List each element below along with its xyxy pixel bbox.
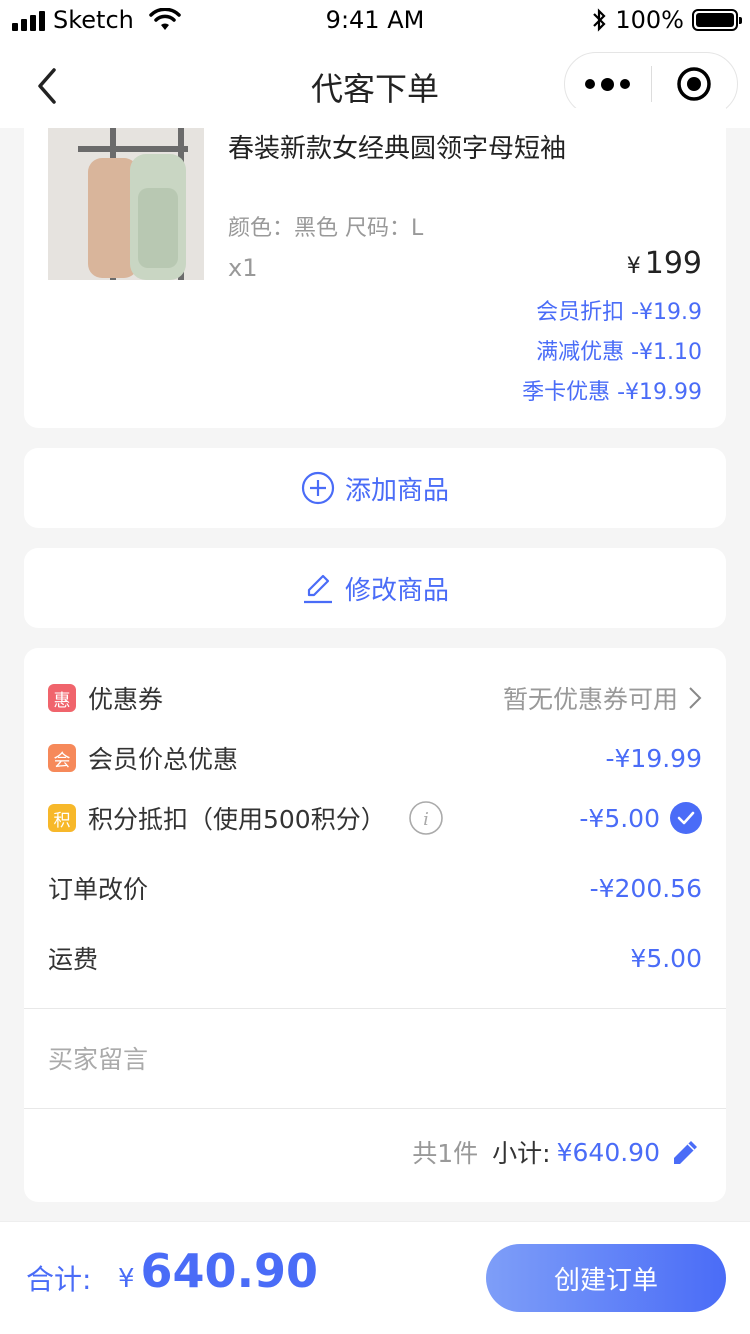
status-bar: Sketch 9:41 AM 100% (0, 0, 750, 44)
create-order-button[interactable]: 创建订单 (486, 1244, 726, 1312)
buyer-message-input[interactable]: 买家留言 (48, 1038, 702, 1078)
subtotal-label: 小计: (492, 1139, 551, 1168)
item-count: 共1件 (412, 1139, 479, 1168)
plus-circle-icon (301, 471, 335, 505)
battery-percent: 100% (615, 6, 684, 34)
discount-member: 会员折扣 -¥19.9 (536, 300, 702, 325)
edit-subtotal-icon[interactable] (670, 1136, 702, 1168)
product-quantity: x1 (228, 254, 258, 282)
product-image (48, 128, 204, 280)
price-value: 199 (644, 246, 702, 281)
points-value: -¥5.00 (579, 802, 702, 834)
coupon-value: 暂无优惠券可用 (503, 680, 702, 716)
dot-icon (585, 79, 596, 89)
shipping-label: 运费 (48, 945, 99, 974)
subtotal-row: 共1件 小计: ¥640.90 (48, 1132, 702, 1172)
checkmark-circle-icon[interactable] (670, 802, 702, 834)
coupon-label: 优惠券 (88, 685, 164, 714)
status-right: 100% (591, 6, 742, 34)
points-row: 积 积分抵扣（使用500积分） i -¥5.00 (48, 798, 702, 838)
total-value: ¥640.90 (118, 1244, 318, 1298)
more-button[interactable] (565, 53, 651, 115)
chevron-right-icon (689, 687, 702, 709)
coupon-row[interactable]: 惠 优惠券 暂无优惠券可用 (48, 678, 702, 718)
product-name: 春装新款女经典圆领字母短袖 (228, 134, 567, 164)
edit-product-button[interactable]: 修改商品 (24, 548, 726, 628)
dot-icon (620, 79, 631, 89)
currency-symbol: ¥ (626, 254, 641, 279)
product-card: 春装新款女经典圆领字母短袖 颜色：黑色 尺码：L x1 ¥199 会员折扣 -¥… (24, 108, 726, 428)
target-icon (677, 67, 711, 101)
product-price: ¥199 (627, 246, 702, 281)
bluetooth-icon (593, 8, 606, 32)
svg-text:i: i (423, 809, 429, 830)
battery-icon (692, 9, 742, 31)
total-label: 合计: (26, 1263, 92, 1296)
add-product-button[interactable]: 添加商品 (24, 448, 726, 528)
reprice-label: 订单改价 (48, 875, 149, 904)
edit-pencil-icon (303, 574, 332, 604)
info-icon[interactable]: i (408, 800, 444, 836)
divider (24, 1008, 726, 1009)
shipping-row: 运费 ¥5.00 (48, 938, 702, 978)
coupon-badge-icon: 惠 (48, 684, 76, 712)
order-details-card: 惠 优惠券 暂无优惠券可用 会 会员价总优惠 -¥19.99 积 积分抵扣（使用… (24, 648, 726, 1202)
member-discount-label: 会员价总优惠 (88, 745, 239, 774)
subtotal-value: ¥640.90 (556, 1137, 660, 1167)
total-amount: 640.90 (140, 1244, 319, 1298)
discount-seasoncard: 季卡优惠 -¥19.99 (522, 380, 702, 405)
member-badge-icon: 会 (48, 744, 76, 772)
currency-symbol: ¥ (118, 1264, 135, 1294)
shipping-value: ¥5.00 (630, 943, 702, 973)
product-spec: 颜色：黑色 尺码：L (228, 216, 424, 241)
divider (24, 1108, 726, 1109)
member-discount-value: -¥19.99 (605, 743, 703, 773)
dot-icon (601, 77, 615, 91)
close-mini-program-button[interactable] (652, 53, 738, 115)
add-product-label: 添加商品 (344, 475, 449, 506)
member-discount-row: 会 会员价总优惠 -¥19.99 (48, 738, 702, 778)
points-badge-icon: 积 (48, 804, 76, 832)
reprice-row[interactable]: 订单改价 -¥200.56 (48, 868, 702, 908)
clothing-rack-image (48, 128, 204, 280)
edit-product-label: 修改商品 (344, 575, 449, 606)
coupon-value-text: 暂无优惠券可用 (502, 685, 678, 714)
mini-program-capsule (564, 52, 738, 116)
reprice-value: -¥200.56 (589, 873, 702, 903)
discount-fullcut: 满减优惠 -¥1.10 (536, 340, 702, 365)
points-label: 积分抵扣（使用500积分） (88, 805, 386, 834)
points-value-text: -¥5.00 (579, 803, 660, 833)
bottom-bar: 合计: ¥640.90 创建订单 (0, 1222, 750, 1334)
